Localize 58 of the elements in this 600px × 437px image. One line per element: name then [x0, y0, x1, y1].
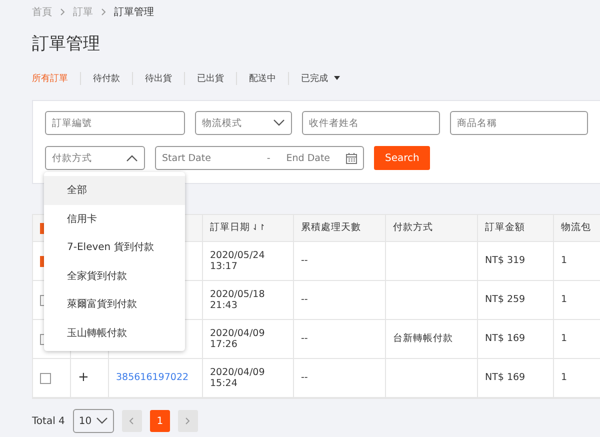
status-tab[interactable]: 已完成	[301, 72, 352, 84]
table-cell: NT$ 169	[485, 333, 526, 345]
menu-item[interactable]: 玉山轉帳付款	[44, 318, 185, 347]
table-cell: 2020/05/18 21:43	[210, 288, 265, 312]
next-page-button[interactable]	[178, 410, 198, 432]
table-cell: NT$ 169	[485, 372, 526, 384]
expand-button[interactable]: +	[78, 370, 89, 386]
menu-item[interactable]: 全家貨到付款	[44, 262, 185, 290]
order-number-field[interactable]: 訂單編號	[45, 111, 185, 135]
caret-icon	[334, 76, 340, 80]
chevron-icon	[96, 417, 108, 425]
chevron-right-icon	[60, 8, 65, 16]
table-cell: 台新轉帳付款	[393, 333, 453, 345]
table-cell: 2020/04/09 15:24	[210, 366, 265, 390]
recipient-field[interactable]: 收件者姓名	[302, 111, 440, 135]
order-number-link[interactable]: 385616197022	[116, 372, 189, 384]
menu-item[interactable]: 7-Eleven 貨到付款	[44, 233, 185, 262]
chevron-icon	[272, 119, 285, 127]
previous-page-button[interactable]	[122, 410, 142, 432]
page-size-select[interactable]: 10	[72, 409, 114, 433]
column-header: 訂單金額	[485, 222, 525, 234]
table-cell: 1	[561, 294, 568, 306]
status-tab[interactable]: 待付款	[93, 72, 133, 84]
chevron-right-icon	[185, 417, 190, 425]
total-count: Total 4	[32, 416, 65, 426]
table-cell: 2020/04/09 17:26	[210, 328, 265, 350]
chevron-left-icon	[129, 417, 134, 425]
logistics-select[interactable]: 物流模式	[194, 111, 292, 135]
page-title: 訂單管理	[32, 33, 101, 56]
sort-icon[interactable]: ⇃↾	[252, 223, 266, 233]
date-range-field[interactable]: Start Date - End Date	[155, 146, 364, 170]
table-cell: --	[301, 333, 308, 345]
column-header: 物流包	[561, 222, 591, 234]
menu-item[interactable]: 全部	[44, 176, 185, 204]
row-checkbox[interactable]	[40, 372, 51, 384]
status-tab[interactable]: 待出貨	[145, 72, 185, 84]
payment-select[interactable]: 付款方式	[45, 146, 145, 170]
table-cell: 1	[561, 255, 568, 267]
chevron-right-icon	[101, 8, 106, 16]
table-cell: --	[301, 255, 308, 267]
table-cell: NT$ 319	[485, 255, 526, 267]
table-cell: 1	[561, 372, 568, 384]
menu-item[interactable]: 信用卡	[44, 204, 185, 233]
column-header: 累積處理天數	[301, 222, 361, 234]
table-cell: --	[301, 294, 308, 306]
status-tab[interactable]: 已出貨	[197, 72, 237, 84]
table-cell: 1	[561, 333, 568, 345]
status-tab[interactable]: 配送中	[249, 72, 289, 84]
table-cell: NT$ 259	[485, 294, 526, 306]
table-cell: --	[301, 372, 308, 384]
column-header: 訂單日期	[210, 222, 250, 234]
breadcrumb-item: 訂單管理	[114, 6, 154, 19]
table-cell: 2020/05/24 13:17	[210, 250, 265, 272]
chevron-icon	[126, 154, 138, 162]
column-header: 付款方式	[393, 222, 433, 234]
menu-item[interactable]: 萊爾富貨到付款	[44, 290, 185, 318]
product-field[interactable]: 商品名稱	[450, 111, 588, 135]
calendar-icon	[346, 152, 357, 164]
